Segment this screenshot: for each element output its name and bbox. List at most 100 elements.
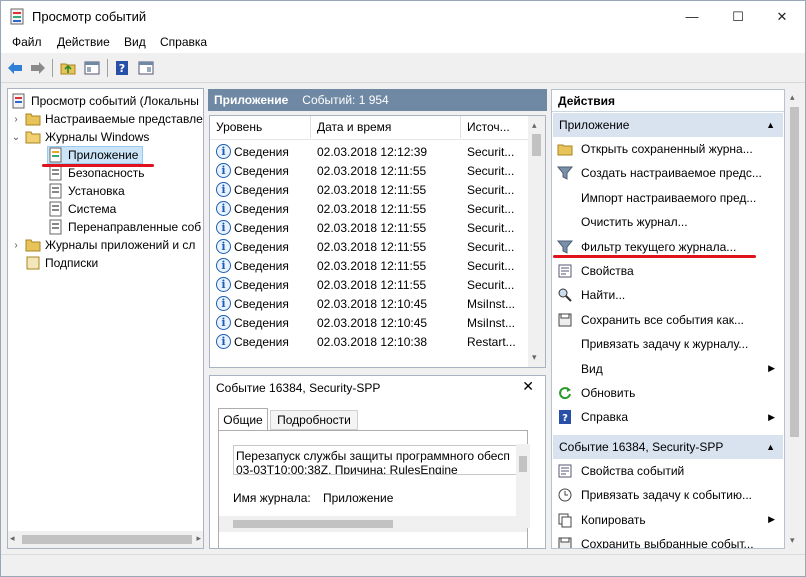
tab-general[interactable]: Общие (218, 408, 268, 430)
scrollbar-thumb[interactable] (22, 535, 192, 544)
column-source[interactable]: Источ... (461, 116, 531, 138)
scroll-down-icon[interactable]: ▾ (532, 352, 537, 363)
tree-item-subscriptions[interactable]: Подписки (25, 254, 98, 272)
tree-item-forwarded[interactable]: Перенаправленные соб (48, 218, 201, 236)
action-item[interactable]: Импорт настраиваемого пред... (553, 186, 783, 210)
scrollbar-thumb[interactable] (233, 520, 393, 528)
table-row[interactable]: i Сведения 02.03.2018 12:12:39 Securit... (210, 142, 526, 161)
tree-item-windows-logs[interactable]: ⌄ Журналы Windows (11, 128, 150, 146)
event-viewer-icon (12, 93, 25, 109)
action-item[interactable]: Копировать ▶ (553, 508, 783, 532)
scroll-left-icon[interactable]: ◂ (10, 533, 15, 544)
tree-item-root[interactable]: Просмотр событий (Локальны (11, 92, 199, 110)
column-date[interactable]: Дата и время (311, 116, 461, 138)
cell-date: 02.03.2018 12:11:55 (317, 221, 427, 235)
table-row[interactable]: i Сведения 02.03.2018 12:11:55 Securit... (210, 256, 526, 275)
help-button[interactable]: ? (113, 59, 131, 77)
menu-action[interactable]: Действие (57, 35, 110, 49)
back-button[interactable] (6, 59, 24, 77)
actions-scrollbar[interactable]: ▴ ▾ (786, 89, 803, 549)
cell-level: Сведения (234, 278, 289, 292)
action-item[interactable]: Найти... (553, 283, 783, 307)
table-row[interactable]: i Сведения 02.03.2018 12:10:45 MsiInst... (210, 294, 526, 313)
action-label: Создать настраиваемое предс... (581, 166, 762, 181)
action-label: Импорт настраиваемого пред... (581, 190, 757, 205)
table-row[interactable]: i Сведения 02.03.2018 12:11:55 Securit... (210, 218, 526, 237)
tree-item-app-logs[interactable]: › Журналы приложений и сл (11, 236, 195, 254)
action-label: Открыть сохраненный журна... (581, 142, 753, 156)
show-hide-tree-button[interactable] (83, 59, 101, 77)
tree-item-system[interactable]: Система (48, 200, 116, 218)
action-item[interactable]: Очистить журнал... (553, 210, 783, 234)
tab-details[interactable]: Подробности (270, 410, 358, 430)
up-folder-button[interactable] (59, 59, 77, 77)
tree-horizontal-scrollbar[interactable]: ◂ ▸ (8, 531, 203, 548)
scrollbar-thumb[interactable] (790, 107, 799, 437)
table-row[interactable]: i Сведения 02.03.2018 12:11:55 Securit... (210, 180, 526, 199)
action-item[interactable]: Сохранить все события как... (553, 308, 783, 332)
action-item[interactable]: Сохранить выбранные событ... (553, 532, 783, 548)
action-item[interactable]: Свойства событий (553, 459, 783, 483)
table-row[interactable]: i Сведения 02.03.2018 12:11:55 Securit... (210, 161, 526, 180)
minimize-button[interactable]: — (669, 1, 715, 32)
action-item[interactable]: Привязать задачу к событию... (553, 483, 783, 507)
tree-item-application[interactable]: Приложение (47, 146, 144, 164)
action-item[interactable]: Создать настраиваемое предс... (553, 161, 783, 185)
collapse-icon[interactable]: ▲ (766, 120, 775, 130)
toolbar-separator (107, 59, 108, 77)
save-icon (558, 537, 572, 548)
action-item[interactable]: Открыть сохраненный журна... (553, 137, 783, 161)
scrollbar-thumb[interactable] (532, 134, 541, 156)
menu-file[interactable]: Файл (12, 35, 42, 49)
column-level[interactable]: Уровень (210, 116, 311, 138)
scroll-down-icon[interactable]: ▾ (790, 535, 795, 546)
cell-source: MsiInst... (467, 316, 516, 330)
scroll-up-icon[interactable]: ▴ (790, 92, 795, 103)
table-row[interactable]: i Сведения 02.03.2018 12:11:55 Securit... (210, 237, 526, 256)
close-window-button[interactable]: ✕ (759, 1, 805, 32)
action-item[interactable]: Привязать задачу к журналу... (553, 332, 783, 356)
show-hide-actions-button[interactable] (137, 59, 155, 77)
detail-horizontal-scrollbar[interactable] (219, 516, 527, 532)
tree-item-label: Система (68, 202, 117, 216)
log-icon (49, 183, 62, 199)
table-row[interactable]: i Сведения 02.03.2018 12:10:45 MsiInst... (210, 313, 526, 332)
table-row[interactable]: i Сведения 02.03.2018 12:10:38 Restart... (210, 332, 526, 351)
chevron-right-icon[interactable]: › (11, 114, 21, 125)
action-label: Свойства (581, 264, 634, 278)
tree-item-setup[interactable]: Установка (48, 182, 125, 200)
log-name-label: Имя журнала: (233, 491, 311, 505)
section-title: Событие 16384, Security-SPP (559, 440, 724, 454)
table-row[interactable]: i Сведения 02.03.2018 12:11:55 Securit... (210, 275, 526, 294)
action-item[interactable]: Свойства (553, 259, 783, 283)
scroll-up-icon[interactable]: ▴ (532, 120, 537, 131)
log-name-value: Приложение (323, 491, 394, 505)
actions-section-application[interactable]: Приложение ▲ (553, 113, 783, 137)
close-detail-icon[interactable]: ✕ (522, 378, 534, 395)
actions-section-event[interactable]: Событие 16384, Security-SPP ▲ (553, 435, 783, 459)
action-item[interactable]: Вид ▶ (553, 357, 783, 381)
forward-button[interactable] (29, 59, 47, 77)
info-icon: i (216, 296, 231, 311)
maximize-button[interactable]: ☐ (715, 1, 761, 32)
scroll-right-icon[interactable]: ▸ (196, 533, 201, 544)
blank-icon (557, 361, 573, 377)
title-bar: Просмотр событий — ☐ ✕ (1, 1, 805, 32)
event-viewer-window: Просмотр событий — ☐ ✕ Файл Действие Вид… (0, 0, 806, 577)
action-label: Найти... (581, 288, 626, 303)
scrollbar-thumb[interactable] (519, 456, 527, 472)
toolbar-separator (52, 59, 53, 77)
menu-help[interactable]: Справка (160, 35, 207, 49)
chevron-down-icon[interactable]: ⌄ (11, 132, 21, 143)
cell-date: 02.03.2018 12:12:39 (317, 145, 428, 159)
chevron-right-icon[interactable]: › (11, 240, 21, 251)
table-row[interactable]: i Сведения 02.03.2018 12:11:55 Securit... (210, 199, 526, 218)
event-list-scrollbar[interactable]: ▴ ▾ (528, 116, 545, 367)
action-item[interactable]: Обновить (553, 381, 783, 405)
collapse-icon[interactable]: ▲ (766, 442, 775, 452)
tree-item-custom-views[interactable]: › Настраиваемые представле (11, 110, 202, 128)
actions-header: Действия (552, 90, 784, 112)
action-item[interactable]: ? Справка ▶ (553, 405, 783, 429)
menu-view[interactable]: Вид (124, 35, 146, 49)
message-scrollbar[interactable] (516, 444, 530, 528)
